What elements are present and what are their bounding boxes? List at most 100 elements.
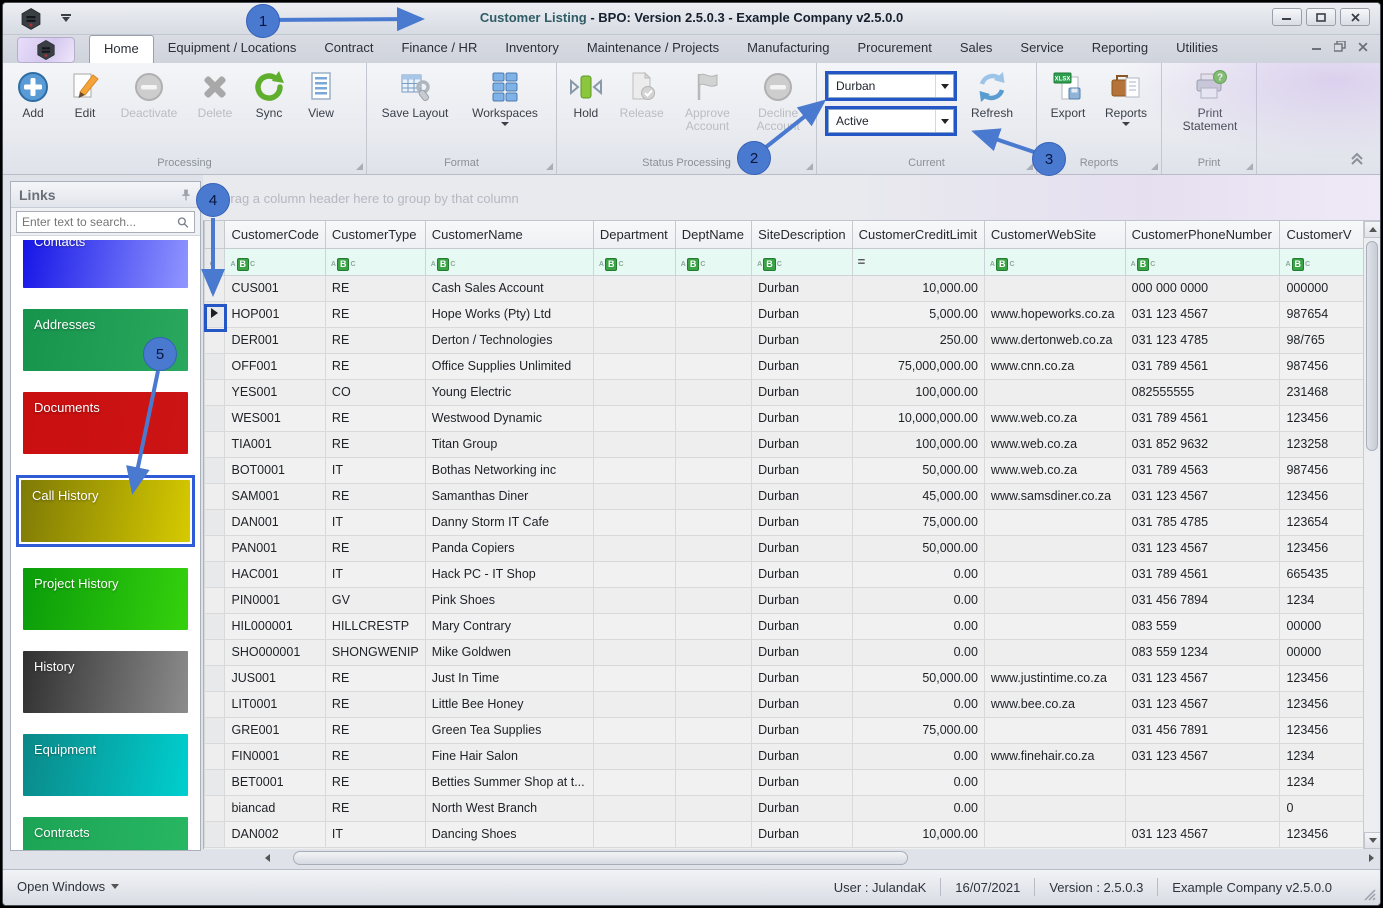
approve-account-button[interactable]: Approve Account [673, 67, 743, 133]
open-windows-button[interactable]: Open Windows [17, 879, 119, 894]
workspaces-button[interactable]: Workspaces [459, 67, 551, 126]
ribbon-minimize-icon[interactable] [1312, 43, 1322, 51]
tab-procurement[interactable]: Procurement [843, 35, 945, 63]
filter-cell-customerphonenumber[interactable]: ABC [1125, 248, 1280, 275]
refresh-button[interactable]: Refresh [959, 67, 1025, 120]
table-row[interactable]: YES001COYoung ElectricDurban100,000.0008… [205, 379, 1369, 405]
table-row[interactable]: TIA001RETitan GroupDurban100,000.00www.w… [205, 431, 1369, 457]
table-row[interactable]: PIN0001GVPink ShoesDurban0.00031 456 789… [205, 587, 1369, 613]
sync-button[interactable]: Sync [243, 67, 295, 120]
scroll-up-button[interactable] [1364, 221, 1381, 238]
save-layout-button[interactable]: Save Layout [371, 67, 459, 120]
chevron-down-icon[interactable] [935, 75, 953, 97]
delete-button[interactable]: Delete [187, 67, 243, 120]
horizontal-scroll-thumb[interactable] [293, 851, 908, 865]
maximize-button[interactable] [1306, 8, 1336, 26]
column-header-sitedescription[interactable]: SiteDescription [752, 221, 852, 248]
site-filter-dropdown[interactable]: Durban [828, 74, 954, 98]
links-search-box[interactable] [16, 211, 195, 233]
status-filter-dropdown[interactable]: Active [828, 109, 954, 133]
horizontal-scrollbar[interactable] [265, 850, 1374, 867]
tab-utilities[interactable]: Utilities [1162, 35, 1232, 63]
table-row[interactable]: GRE001REGreen Tea SuppliesDurban75,000.0… [205, 717, 1369, 743]
table-row[interactable]: biancadRENorth West BranchDurban0.000 [205, 795, 1369, 821]
tab-inventory[interactable]: Inventory [491, 35, 572, 63]
table-row[interactable]: HAC001ITHack PC - IT ShopDurban0.00031 7… [205, 561, 1369, 587]
sidebar-link-call-history[interactable]: Call History [21, 480, 190, 542]
filter-cell-customerwebsite[interactable]: ABC [984, 248, 1125, 275]
resize-grip[interactable] [1364, 889, 1376, 901]
hold-button[interactable]: Hold [561, 67, 611, 120]
ribbon-restore-icon[interactable] [1334, 41, 1346, 52]
filter-cell-sitedescription[interactable]: ABC [752, 248, 852, 275]
view-button[interactable]: View [295, 67, 347, 120]
tab-manufacturing[interactable]: Manufacturing [733, 35, 843, 63]
column-header-customercreditlimit[interactable]: CustomerCreditLimit [852, 221, 984, 248]
dialog-launcher-icon[interactable] [1151, 163, 1158, 170]
column-header-customerwebsite[interactable]: CustomerWebSite [984, 221, 1125, 248]
column-header-customerv[interactable]: CustomerV [1280, 221, 1369, 248]
table-row[interactable]: OFF001REOffice Supplies UnlimitedDurban7… [205, 353, 1369, 379]
table-row[interactable]: DER001REDerton / TechnologiesDurban250.0… [205, 327, 1369, 353]
pin-icon[interactable] [180, 188, 192, 202]
column-header-deptname[interactable]: DeptName [675, 221, 751, 248]
table-row[interactable]: CUS001RECash Sales AccountDurban10,000.0… [205, 275, 1369, 301]
table-row[interactable]: PAN001REPanda CopiersDurban50,000.00031 … [205, 535, 1369, 561]
scroll-left-button[interactable] [265, 854, 270, 862]
table-row[interactable]: HIL000001HILLCRESTPMary ContraryDurban0.… [205, 613, 1369, 639]
tab-contract[interactable]: Contract [310, 35, 387, 63]
search-input[interactable] [22, 215, 177, 229]
table-row[interactable]: WES001REWestwood DynamicDurban10,000,000… [205, 405, 1369, 431]
group-by-panel[interactable]: Drag a column header here to group by th… [203, 175, 1380, 221]
close-button[interactable] [1340, 8, 1370, 26]
collapse-ribbon-chevron-icon[interactable] [1348, 152, 1366, 166]
tab-sales[interactable]: Sales [946, 35, 1007, 63]
column-header-customerphonenumber[interactable]: CustomerPhoneNumber [1125, 221, 1280, 248]
export-button[interactable]: XLSX Export [1041, 67, 1095, 120]
table-row[interactable]: DAN001ITDanny Storm IT CafeDurban75,000.… [205, 509, 1369, 535]
sidebar-link-contacts[interactable]: Contacts [23, 240, 188, 288]
table-row[interactable]: HOP001REHope Works (Pty) LtdDurban5,000.… [205, 301, 1369, 327]
tab-maintenance-projects[interactable]: Maintenance / Projects [573, 35, 733, 63]
add-button[interactable]: Add [7, 67, 59, 120]
dialog-launcher-icon[interactable] [806, 163, 813, 170]
minimize-button[interactable] [1272, 8, 1302, 26]
filter-cell-customertype[interactable]: ABC [325, 248, 425, 275]
chevron-down-icon[interactable] [935, 110, 953, 132]
table-row[interactable]: BOT0001ITBothas Networking incDurban50,0… [205, 457, 1369, 483]
filter-cell-customercreditlimit[interactable]: = [852, 248, 984, 275]
tab-equipment-locations[interactable]: Equipment / Locations [154, 35, 311, 63]
dialog-launcher-icon[interactable] [546, 163, 553, 170]
deactivate-button[interactable]: Deactivate [111, 67, 187, 120]
table-row[interactable]: JUS001REJust In TimeDurban50,000.00www.j… [205, 665, 1369, 691]
application-menu-button[interactable] [17, 37, 75, 63]
scroll-down-button[interactable] [1364, 832, 1381, 849]
table-row[interactable]: SAM001RESamanthas DinerDurban45,000.00ww… [205, 483, 1369, 509]
column-header-customercode[interactable]: CustomerCode [225, 221, 325, 248]
table-row[interactable]: SHO000001SHONGWENIPMike GoldwenDurban0.0… [205, 639, 1369, 665]
dialog-launcher-icon[interactable] [356, 163, 363, 170]
table-row[interactable]: FIN0001REFine Hair SalonDurban0.00www.fi… [205, 743, 1369, 769]
filter-cell-customerv[interactable]: ABC [1280, 248, 1369, 275]
dialog-launcher-icon[interactable] [1246, 163, 1253, 170]
filter-cell-customername[interactable]: ABC [425, 248, 593, 275]
sidebar-link-project-history[interactable]: Project History [23, 568, 188, 630]
vertical-scrollbar[interactable] [1363, 221, 1380, 849]
filter-cell-deptname[interactable]: ABC [675, 248, 751, 275]
edit-button[interactable]: Edit [59, 67, 111, 120]
sidebar-link-documents[interactable]: Documents [23, 392, 188, 454]
vertical-scroll-thumb[interactable] [1366, 241, 1378, 451]
table-row[interactable]: BET0001REBetties Summer Shop at t...Durb… [205, 769, 1369, 795]
sidebar-link-equipment[interactable]: Equipment [23, 734, 188, 796]
tab-home[interactable]: Home [89, 35, 154, 63]
tab-service[interactable]: Service [1006, 35, 1077, 63]
column-header-customertype[interactable]: CustomerType [325, 221, 425, 248]
filter-cell-customercode[interactable]: ABC [225, 248, 325, 275]
filter-cell-department[interactable]: ABC [593, 248, 675, 275]
table-row[interactable]: LIT0001RELittle Bee HoneyDurban0.00www.b… [205, 691, 1369, 717]
tab-finance-hr[interactable]: Finance / HR [387, 35, 491, 63]
sidebar-link-contracts[interactable]: Contracts [23, 817, 188, 850]
column-header-customername[interactable]: CustomerName [425, 221, 593, 248]
scroll-right-button[interactable] [1369, 854, 1374, 862]
table-row[interactable]: DAN002ITDancing ShoesDurban10,000.00031 … [205, 821, 1369, 847]
